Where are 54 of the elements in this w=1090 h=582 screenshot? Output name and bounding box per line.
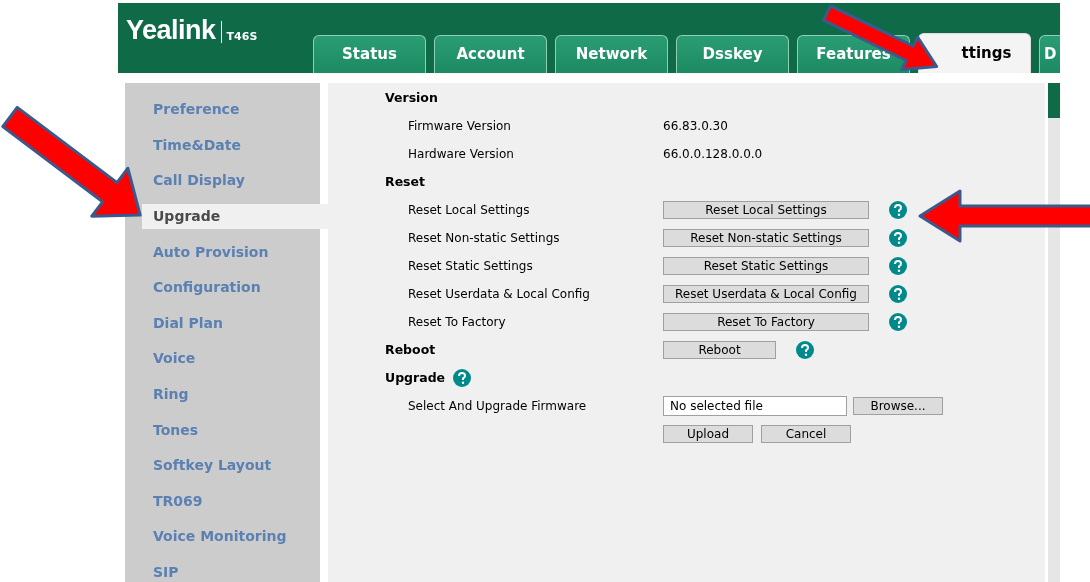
help-icon[interactable] xyxy=(889,201,907,219)
sidebar-item[interactable]: Preference xyxy=(153,100,240,120)
browse-button[interactable]: Browse... xyxy=(853,397,943,415)
help-icon[interactable] xyxy=(889,285,907,303)
field-label: Select And Upgrade Firmware xyxy=(407,398,588,415)
reset-button[interactable]: Reset Userdata & Local Config xyxy=(663,285,869,303)
field-label: Reset To Factory xyxy=(407,314,507,331)
form-button[interactable]: Cancel xyxy=(761,425,851,443)
sidebar-item[interactable]: Voice Monitoring xyxy=(153,527,287,547)
field-label: Reset Userdata & Local Config xyxy=(407,286,591,303)
help-icon[interactable] xyxy=(889,229,907,247)
reset-button[interactable]: Reset Non-static Settings xyxy=(663,229,869,247)
sidebar-item[interactable]: Call Display xyxy=(153,171,245,191)
sidebar-item[interactable]: Voice xyxy=(153,349,196,369)
sidebar-item[interactable]: Configuration xyxy=(153,278,261,298)
nav-tab[interactable]: ttings xyxy=(918,33,1031,73)
field-label: Hardware Version xyxy=(407,146,515,163)
field-value: 66.0.0.128.0.0.0 xyxy=(663,146,763,163)
nav-tab[interactable]: Status xyxy=(313,35,426,73)
help-icon[interactable] xyxy=(796,341,814,359)
sidebar-item[interactable]: Softkey Layout xyxy=(153,456,272,476)
reset-button[interactable]: Reset Static Settings xyxy=(663,257,869,275)
help-icon[interactable] xyxy=(889,313,907,331)
help-icon[interactable] xyxy=(889,257,907,275)
field-value: 66.83.0.30 xyxy=(663,118,728,135)
model-label: T46S xyxy=(226,31,258,42)
sidebar-item[interactable]: Upgrade xyxy=(142,204,328,230)
reset-button[interactable]: Reset Local Settings xyxy=(663,201,869,219)
field-label: Reset Static Settings xyxy=(407,258,534,275)
scrollbar[interactable] xyxy=(1048,83,1060,582)
section-heading: Upgrade xyxy=(384,368,446,387)
field-label: Reset Non-static Settings xyxy=(407,230,561,247)
nav-tab[interactable]: D xyxy=(1039,35,1060,73)
sidebar-item[interactable]: Tones xyxy=(153,420,199,440)
reset-button[interactable]: Reset To Factory xyxy=(663,313,869,331)
nav-tab[interactable]: Account xyxy=(434,35,547,73)
field-label: Firmware Version xyxy=(407,118,512,135)
section-heading: Reset xyxy=(384,172,425,191)
sidebar-item[interactable]: Auto Provision xyxy=(153,242,269,262)
sidebar-item[interactable]: Ring xyxy=(153,385,189,405)
brand-logo: Yealink xyxy=(126,17,216,44)
section-heading: Reboot xyxy=(384,340,437,359)
nav-tab[interactable]: Network xyxy=(555,35,668,73)
sidebar-item[interactable]: Time&Date xyxy=(153,135,241,155)
sidebar-item[interactable]: Dial Plan xyxy=(153,313,223,333)
field-label: Reset Local Settings xyxy=(407,202,531,219)
nav-tab[interactable]: Dsskey xyxy=(676,35,789,73)
sidebar-item[interactable]: SIP xyxy=(153,563,179,582)
section-heading: Version xyxy=(384,88,438,107)
help-icon[interactable] xyxy=(453,369,472,387)
sidebar-item[interactable]: TR069 xyxy=(153,491,203,511)
file-field[interactable]: No selected file xyxy=(663,396,847,416)
form-button[interactable]: Upload xyxy=(663,425,753,443)
reboot-button[interactable]: Reboot xyxy=(663,341,776,359)
